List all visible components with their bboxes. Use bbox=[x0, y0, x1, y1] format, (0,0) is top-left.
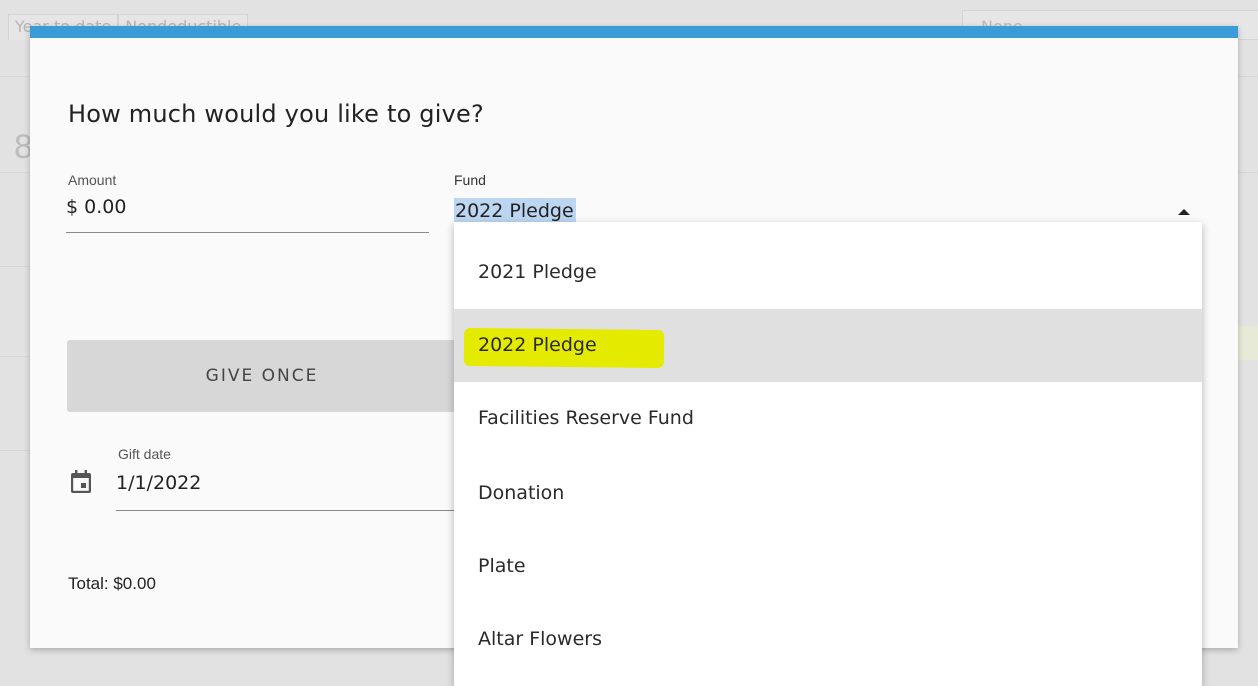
fund-option-label: Altar Flowers bbox=[478, 628, 602, 650]
fund-option-label: 2022 Pledge bbox=[478, 334, 597, 356]
background-divider bbox=[0, 76, 30, 77]
fund-selected-value: 2022 Pledge bbox=[454, 198, 576, 224]
background-divider bbox=[0, 450, 30, 451]
give-once-button[interactable]: GIVE ONCE bbox=[67, 340, 457, 412]
fund-option-donation[interactable]: Donation bbox=[454, 457, 1202, 530]
fund-option-facilities-reserve-fund[interactable]: Facilities Reserve Fund bbox=[454, 382, 1202, 455]
gift-date-underline bbox=[116, 510, 456, 511]
fund-option-2021-pledge[interactable]: 2021 Pledge bbox=[454, 236, 1202, 309]
background-divider bbox=[1238, 76, 1258, 77]
caret-up-icon[interactable] bbox=[1178, 209, 1190, 215]
fund-option-altar-flowers[interactable]: Altar Flowers bbox=[454, 603, 1202, 676]
calendar-icon[interactable] bbox=[70, 470, 92, 494]
amount-underline bbox=[66, 232, 429, 233]
background-divider bbox=[0, 266, 30, 267]
fund-option-2022-pledge[interactable]: 2022 Pledge bbox=[454, 309, 1202, 382]
background-divider bbox=[1238, 172, 1258, 173]
fund-option-label: Donation bbox=[478, 482, 565, 504]
fund-label: Fund bbox=[454, 172, 486, 188]
amount-input[interactable]: $ 0.00 bbox=[66, 196, 126, 218]
fund-option-label: 2021 Pledge bbox=[478, 261, 597, 283]
fund-option-label: Facilities Reserve Fund bbox=[478, 407, 694, 429]
modal-title: How much would you like to give? bbox=[68, 100, 484, 128]
gift-date-input[interactable]: 1/1/2022 bbox=[116, 472, 201, 494]
background-divider bbox=[0, 356, 30, 357]
total-amount: Total: $0.00 bbox=[68, 574, 156, 593]
background-divider bbox=[0, 172, 30, 173]
fund-option-label: Plate bbox=[478, 555, 526, 577]
gift-date-label: Gift date bbox=[118, 446, 171, 462]
background-highlight bbox=[1238, 326, 1258, 360]
fund-option-plate[interactable]: Plate bbox=[454, 530, 1202, 603]
fund-dropdown-menu: 2021 Pledge 2022 Pledge Facilities Reser… bbox=[454, 222, 1202, 686]
amount-label: Amount bbox=[68, 172, 117, 188]
